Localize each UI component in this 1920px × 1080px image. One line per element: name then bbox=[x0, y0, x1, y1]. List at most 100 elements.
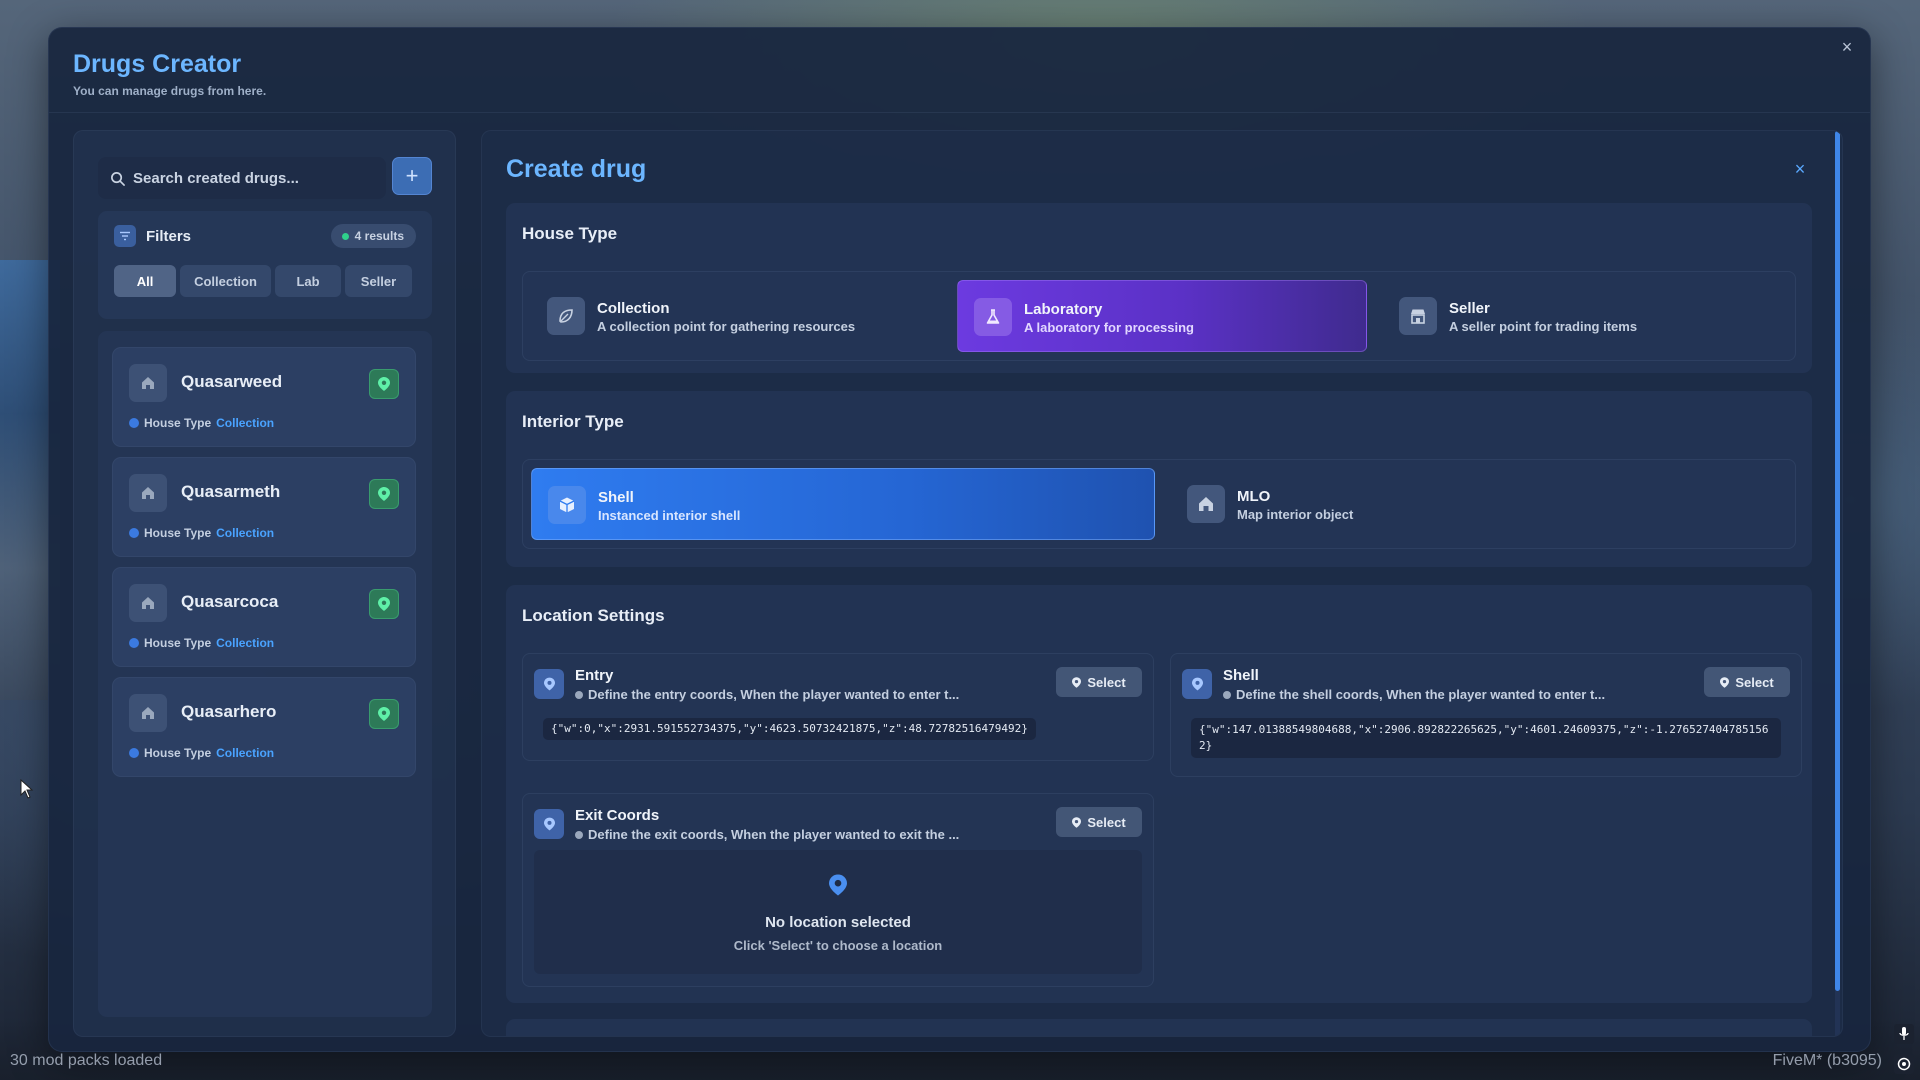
info-dot-icon bbox=[129, 748, 139, 758]
scrollbar-thumb[interactable] bbox=[1835, 131, 1840, 991]
drug-name: Quasarhero bbox=[181, 702, 277, 721]
flask-icon bbox=[974, 298, 1012, 336]
cube-icon bbox=[548, 486, 586, 524]
microphone-icon bbox=[1894, 1024, 1914, 1044]
drug-list: Quasarweed House Type Collection Quasarm… bbox=[98, 331, 432, 1017]
drug-list-item[interactable]: Quasarhero House Type Collection bbox=[112, 677, 416, 777]
house-option-laboratory[interactable]: Laboratory A laboratory for processing bbox=[957, 280, 1367, 352]
entry-coords-value: {"w":0,"x":2931.591552734375,"y":4623.50… bbox=[543, 718, 1036, 740]
map-pin-icon bbox=[534, 669, 564, 699]
shell-coords-value: {"w":147.01388549804688,"x":2906.8928222… bbox=[1191, 718, 1781, 758]
house-type-label: House Type bbox=[144, 526, 212, 540]
house-type-info: House Type Collection bbox=[129, 746, 274, 760]
house-type-info: House Type Collection bbox=[129, 526, 274, 540]
entry-location-card: Entry Define the entry coords, When the … bbox=[522, 653, 1154, 761]
fivem-build-status: FiveM* (b3095) bbox=[1772, 1052, 1882, 1069]
panel-scrollbar[interactable] bbox=[1835, 131, 1840, 1036]
select-label: Select bbox=[1087, 674, 1126, 690]
filter-tab-collection[interactable]: Collection bbox=[180, 265, 271, 297]
map-pin-icon bbox=[1182, 669, 1212, 699]
drugs-sidebar: + Filters 4 results All Collection Lab S… bbox=[73, 130, 456, 1037]
house-type-label: House Type bbox=[144, 416, 212, 430]
location-settings-title: Location Settings bbox=[522, 606, 665, 625]
filter-tab-lab[interactable]: Lab bbox=[275, 265, 341, 297]
entry-select-button[interactable]: Select bbox=[1056, 667, 1142, 697]
option-label: Laboratory bbox=[1024, 301, 1103, 318]
home-icon bbox=[129, 584, 167, 622]
info-dot-icon bbox=[575, 690, 583, 699]
empty-state-subtitle: Click 'Select' to choose a location bbox=[733, 938, 943, 953]
map-pin-icon bbox=[378, 377, 390, 391]
create-close-icon[interactable]: × bbox=[1788, 157, 1812, 181]
shell-select-button[interactable]: Select bbox=[1704, 667, 1790, 697]
house-type-info: House Type Collection bbox=[129, 636, 274, 650]
store-icon bbox=[1399, 297, 1437, 335]
drug-list-item[interactable]: Quasarweed House Type Collection bbox=[112, 347, 416, 447]
map-pin-icon bbox=[1072, 676, 1082, 688]
window-subtitle: You can manage drugs from here. bbox=[73, 84, 267, 98]
location-settings-section: Location Settings Entry Define the entry… bbox=[506, 585, 1812, 1003]
shell-coords-line-1: {"w":147.01388549804688,"x":2906.8928222… bbox=[1199, 723, 1769, 736]
map-pin-button[interactable] bbox=[369, 369, 399, 399]
create-drug-title: Create drug bbox=[506, 155, 647, 183]
exit-desc-text: Define the exit coords, When the player … bbox=[588, 827, 960, 842]
house-type-section: House Type Collection A collection point… bbox=[506, 203, 1812, 373]
search-input[interactable] bbox=[133, 169, 373, 187]
window-close-icon[interactable]: × bbox=[1836, 36, 1858, 58]
entry-desc-text: Define the entry coords, When the player… bbox=[588, 687, 960, 702]
shell-desc: Define the shell coords, When the player… bbox=[1223, 687, 1605, 702]
option-desc: Map interior object bbox=[1237, 507, 1354, 522]
interior-type-options: Shell Instanced interior shell MLO Map i… bbox=[522, 459, 1796, 549]
house-option-seller[interactable]: Seller A seller point for trading items bbox=[1383, 280, 1793, 352]
shell-desc-text: Define the shell coords, When the player… bbox=[1236, 687, 1606, 702]
house-type-label: House Type bbox=[144, 746, 212, 760]
shell-coords-line-2: 2} bbox=[1199, 739, 1213, 752]
map-pin-button[interactable] bbox=[369, 699, 399, 729]
option-label: Seller bbox=[1449, 300, 1490, 317]
filter-tab-seller[interactable]: Seller bbox=[345, 265, 412, 297]
exit-title: Exit Coords bbox=[575, 807, 660, 824]
shell-title: Shell bbox=[1223, 667, 1259, 684]
create-drug-panel: Create drug × House Type Collection A co… bbox=[481, 130, 1843, 1037]
drug-name: Quasarcoca bbox=[181, 592, 279, 611]
house-type-value: Collection bbox=[216, 746, 275, 760]
interior-type-title: Interior Type bbox=[522, 412, 624, 431]
map-pin-button[interactable] bbox=[369, 479, 399, 509]
exit-select-button[interactable]: Select bbox=[1056, 807, 1142, 837]
drug-list-item[interactable]: Quasarcoca House Type Collection bbox=[112, 567, 416, 667]
select-label: Select bbox=[1087, 814, 1126, 830]
add-drug-button[interactable]: + bbox=[392, 157, 432, 195]
interior-type-section: Interior Type Shell Instanced interior s… bbox=[506, 391, 1812, 567]
house-option-collection[interactable]: Collection A collection point for gather… bbox=[531, 280, 941, 352]
option-desc: A collection point for gathering resourc… bbox=[597, 319, 856, 334]
map-pin-button[interactable] bbox=[369, 589, 399, 619]
fivem-logo-icon bbox=[1894, 1054, 1914, 1074]
house-type-title: House Type bbox=[522, 224, 618, 243]
shell-location-card: Shell Define the shell coords, When the … bbox=[1170, 653, 1802, 777]
filter-tab-all[interactable]: All bbox=[114, 265, 176, 297]
home-icon bbox=[129, 474, 167, 512]
option-label: MLO bbox=[1237, 488, 1271, 505]
map-pin-icon bbox=[378, 597, 390, 611]
plus-icon: + bbox=[405, 163, 419, 188]
search-box[interactable] bbox=[98, 157, 386, 199]
window-title: Drugs Creator bbox=[73, 50, 242, 78]
search-icon bbox=[111, 171, 125, 186]
option-desc: A laboratory for processing bbox=[1024, 320, 1194, 335]
home-icon bbox=[129, 364, 167, 402]
entry-desc: Define the entry coords, When the player… bbox=[575, 687, 959, 702]
option-label: Shell bbox=[598, 489, 634, 506]
house-type-options: Collection A collection point for gather… bbox=[522, 271, 1796, 361]
house-type-label: House Type bbox=[144, 636, 212, 650]
filters-panel: Filters 4 results All Collection Lab Sel… bbox=[98, 211, 432, 319]
home-icon bbox=[129, 694, 167, 732]
map-pin-icon bbox=[534, 809, 564, 839]
filter-tabs: All Collection Lab Seller bbox=[114, 265, 412, 297]
map-pin-icon bbox=[1720, 676, 1730, 688]
interior-option-shell[interactable]: Shell Instanced interior shell bbox=[531, 468, 1155, 540]
drug-list-item[interactable]: Quasarmeth House Type Collection bbox=[112, 457, 416, 557]
house-type-value: Collection bbox=[216, 526, 275, 540]
interior-option-mlo[interactable]: MLO Map interior object bbox=[1171, 468, 1791, 540]
results-count-badge: 4 results bbox=[330, 224, 416, 248]
entry-title: Entry bbox=[575, 667, 614, 684]
